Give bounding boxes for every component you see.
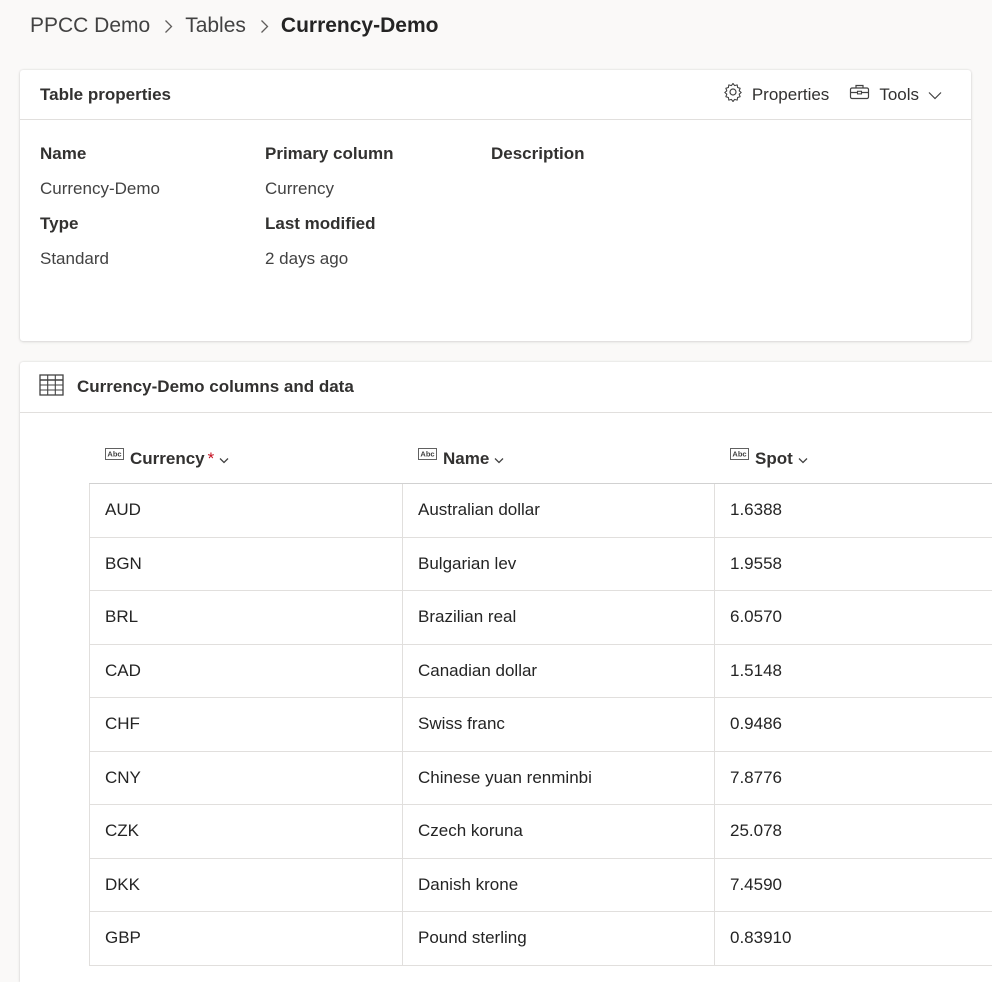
currency-cell[interactable]: BRL	[89, 591, 402, 644]
spot-cell[interactable]: 1.5148	[714, 644, 992, 697]
table-properties-card: Table properties Properties Tools Name C…	[20, 70, 971, 341]
svg-text:Abc: Abc	[732, 450, 746, 459]
chevron-right-icon	[164, 19, 173, 34]
table-row[interactable]: DKK Danish krone 7.4590	[89, 858, 992, 912]
name-cell[interactable]: Danish krone	[402, 858, 714, 911]
required-indicator: *	[207, 449, 215, 468]
currency-cell[interactable]: DKK	[89, 858, 402, 911]
table-row[interactable]: CHF Swiss franc 0.9486	[89, 698, 992, 752]
columns-and-data-card: Currency-Demo columns and data Abc Curre…	[20, 362, 992, 982]
table-row[interactable]: BGN Bulgarian lev 1.9558	[89, 537, 992, 591]
table-row[interactable]: AUD Australian dollar 1.6388	[89, 484, 992, 538]
description-label: Description	[491, 144, 585, 163]
table-row[interactable]: GBP Pound sterling 0.83910	[89, 912, 992, 966]
breadcrumb-current: Currency-Demo	[280, 14, 439, 37]
table-row[interactable]: CZK Czech koruna 25.078	[89, 805, 992, 859]
currency-cell[interactable]: CZK	[89, 805, 402, 858]
tools-label: Tools	[879, 84, 919, 104]
chevron-down-icon	[798, 449, 808, 469]
name-label: Name	[40, 144, 87, 163]
column-header-name[interactable]: Abc Name	[418, 448, 504, 469]
tools-button[interactable]: Tools	[849, 83, 951, 106]
spot-cell[interactable]: 7.8776	[714, 751, 992, 804]
table-row[interactable]: CNY Chinese yuan renminbi 7.8776	[89, 751, 992, 805]
name-cell[interactable]: Chinese yuan renminbi	[402, 751, 714, 804]
name-cell[interactable]: Australian dollar	[402, 484, 714, 537]
chevron-right-icon	[260, 19, 269, 34]
name-cell[interactable]: Pound sterling	[402, 912, 714, 965]
spot-cell[interactable]: 6.0570	[714, 591, 992, 644]
text-type-icon: Abc	[105, 445, 124, 465]
properties-button[interactable]: Properties	[723, 82, 829, 107]
currency-cell[interactable]: CHF	[89, 698, 402, 751]
primary-column-value: Currency	[265, 179, 334, 198]
table-row[interactable]: CAD Canadian dollar 1.5148	[89, 644, 992, 698]
column-header-label: Name	[443, 449, 490, 468]
currency-cell[interactable]: BGN	[89, 537, 402, 590]
table-grid-icon	[39, 373, 77, 401]
svg-text:Abc: Abc	[107, 450, 121, 459]
table-properties-actions: Properties Tools	[723, 82, 951, 107]
column-header-currency[interactable]: Abc Currency *	[105, 448, 229, 469]
currency-cell[interactable]: GBP	[89, 912, 402, 965]
chevron-down-icon	[219, 449, 229, 469]
name-cell[interactable]: Canadian dollar	[402, 644, 714, 697]
breadcrumb-item-ppcc-demo[interactable]: PPCC Demo	[30, 14, 150, 38]
spot-cell[interactable]: 0.83910	[714, 912, 992, 965]
gear-icon	[723, 82, 752, 107]
currency-cell[interactable]: AUD	[89, 484, 402, 537]
table-properties-title: Table properties	[40, 84, 171, 104]
properties-label: Properties	[751, 84, 830, 104]
chevron-down-icon	[494, 449, 504, 469]
column-header-label: Spot	[755, 449, 793, 468]
name-cell[interactable]: Czech koruna	[402, 805, 714, 858]
columns-and-data-header: Currency-Demo columns and data	[20, 362, 992, 413]
table-row[interactable]: BRL Brazilian real 6.0570	[89, 591, 992, 645]
name-cell[interactable]: Swiss franc	[402, 698, 714, 751]
svg-text:Abc: Abc	[420, 450, 434, 459]
breadcrumb-item-tables[interactable]: Tables	[185, 14, 246, 38]
column-header-label: Currency	[130, 449, 205, 468]
chevron-down-icon	[928, 85, 951, 105]
spot-cell[interactable]: 1.6388	[714, 484, 992, 537]
table-properties-header: Table properties Properties Tools	[20, 70, 971, 120]
currency-cell[interactable]: CNY	[89, 751, 402, 804]
currency-cell[interactable]: CAD	[89, 644, 402, 697]
columns-and-data-title: Currency-Demo columns and data	[77, 377, 354, 396]
text-type-icon: Abc	[730, 445, 749, 465]
spot-cell[interactable]: 25.078	[714, 805, 992, 858]
breadcrumb: PPCC Demo Tables Currency-Demo	[30, 10, 438, 42]
type-value: Standard	[40, 249, 109, 268]
spot-cell[interactable]: 1.9558	[714, 537, 992, 590]
text-type-icon: Abc	[418, 445, 437, 465]
primary-column-label: Primary column	[265, 144, 394, 163]
data-grid: Abc Currency * Abc Name Abc Spot AUD Aus…	[89, 413, 992, 966]
last-modified-label: Last modified	[265, 214, 376, 233]
last-modified-value: 2 days ago	[265, 249, 349, 268]
name-cell[interactable]: Brazilian real	[402, 591, 714, 644]
spot-cell[interactable]: 7.4590	[714, 858, 992, 911]
column-header-spot[interactable]: Abc Spot	[730, 448, 808, 469]
name-cell[interactable]: Bulgarian lev	[402, 537, 714, 590]
grid-header-row: Abc Currency * Abc Name Abc Spot	[89, 413, 992, 484]
toolbox-icon	[849, 83, 879, 106]
spot-cell[interactable]: 0.9486	[714, 698, 992, 751]
name-value: Currency-Demo	[40, 179, 160, 198]
type-label: Type	[40, 214, 79, 233]
